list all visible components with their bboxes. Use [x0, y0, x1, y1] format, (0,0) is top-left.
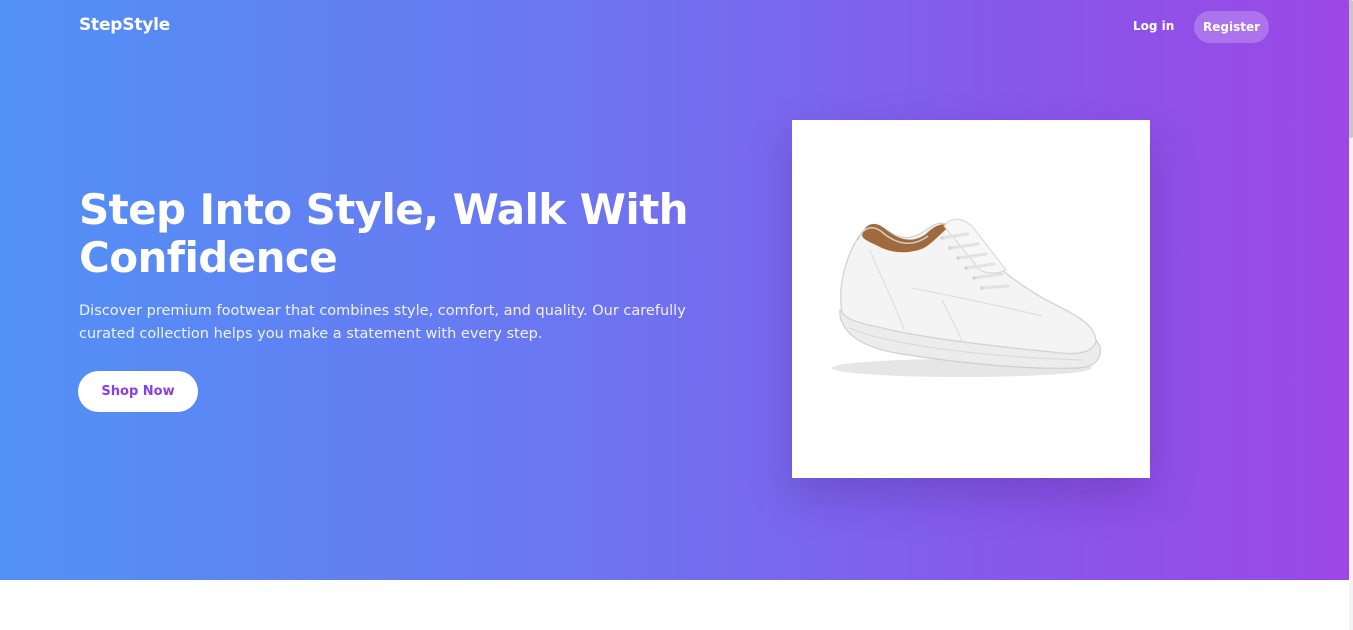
brand-logo[interactable]: StepStyle — [79, 15, 170, 35]
hero-headline: Step Into Style, Walk With Confidence — [79, 186, 719, 282]
hero-description: Discover premium footwear that combines … — [79, 300, 689, 346]
description-line-2: curated collection helps you make a stat… — [79, 326, 543, 342]
description-line-1: Discover premium footwear that combines … — [79, 303, 686, 319]
headline-line-2: Confidence — [79, 233, 338, 282]
shop-now-button[interactable]: Shop Now — [78, 371, 198, 412]
login-link[interactable]: Log in — [1133, 19, 1174, 33]
vertical-scrollbar[interactable] — [1349, 0, 1353, 630]
scrollbar-thumb[interactable] — [1349, 0, 1353, 138]
register-button[interactable]: Register — [1194, 11, 1269, 43]
product-image-card — [792, 120, 1150, 478]
headline-line-1: Step Into Style, Walk With — [79, 185, 689, 234]
white-sneaker-image — [832, 218, 1101, 377]
